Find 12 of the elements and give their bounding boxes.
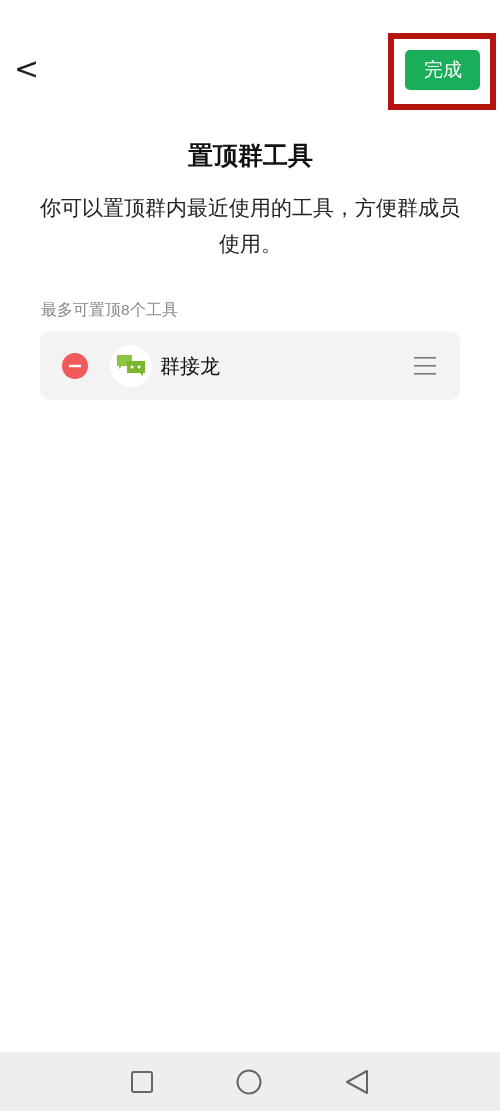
recent-apps-icon[interactable] <box>131 1070 154 1093</box>
back-button[interactable]: < <box>14 54 40 84</box>
tool-item[interactable]: 群接龙 <box>40 331 460 400</box>
tool-name: 群接龙 <box>160 353 220 379</box>
hint-text: 最多可置顶8个工具 <box>41 299 179 320</box>
remove-icon[interactable] <box>62 352 88 379</box>
drag-handle-icon[interactable] <box>414 355 436 376</box>
chat-bubbles-icon <box>110 344 152 387</box>
back-icon[interactable] <box>344 1068 369 1095</box>
page-title: 置顶群工具 <box>186 140 314 170</box>
home-icon[interactable] <box>236 1068 262 1095</box>
description-text: 你可以置顶群内最近使用的工具，方便群成员使用。 <box>40 195 460 257</box>
